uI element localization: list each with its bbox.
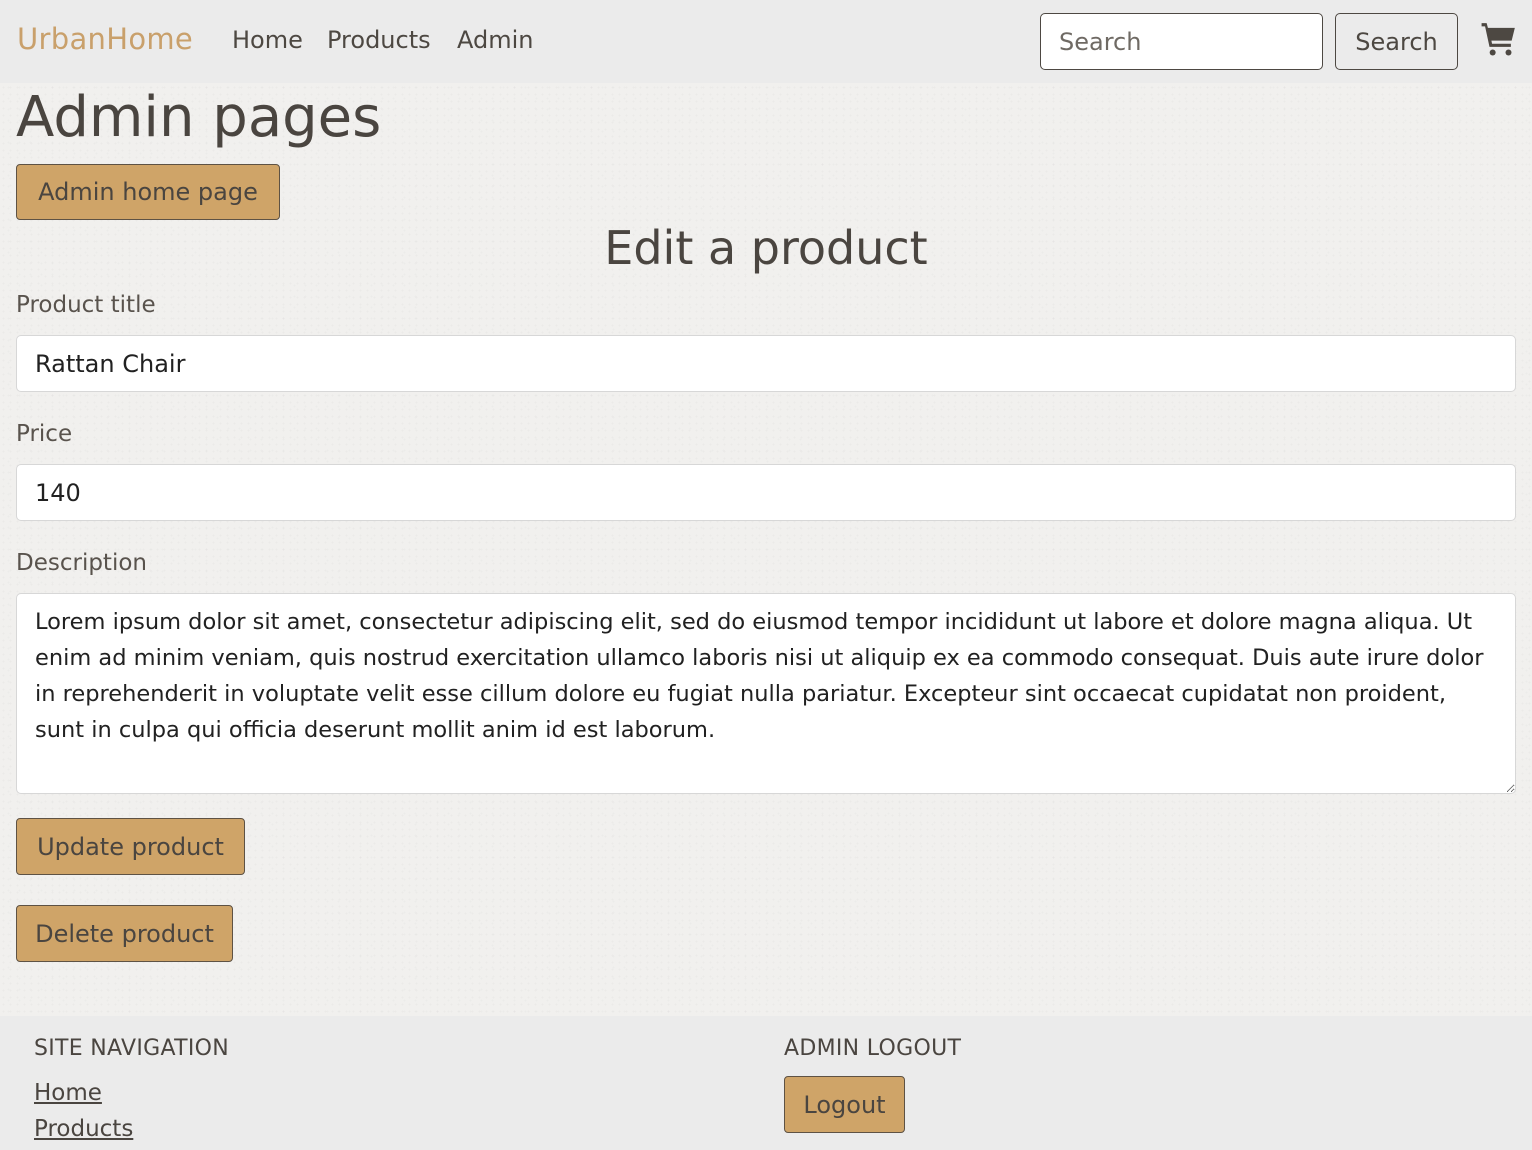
section-title: Edit a product <box>604 221 928 275</box>
nav-link-home[interactable]: Home <box>232 26 303 54</box>
admin-home-button[interactable]: Admin home page <box>16 164 280 220</box>
description-label: Description <box>16 550 147 576</box>
product-title-input[interactable] <box>16 335 1516 392</box>
logout-button[interactable]: Logout <box>784 1076 905 1133</box>
footer-link-products[interactable]: Products <box>34 1116 133 1142</box>
top-navbar: UrbanHome Home Products Admin Search <box>0 0 1532 83</box>
site-navigation-heading: SITE NAVIGATION <box>34 1036 230 1061</box>
nav-link-admin[interactable]: Admin <box>457 26 534 54</box>
description-textarea[interactable]: Lorem ipsum dolor sit amet, consectetur … <box>16 593 1516 794</box>
update-product-button[interactable]: Update product <box>16 818 245 875</box>
price-label: Price <box>16 421 73 447</box>
product-title-label: Product title <box>16 292 156 318</box>
brand-logo[interactable]: UrbanHome <box>17 22 193 56</box>
cart-icon[interactable] <box>1480 20 1518 58</box>
search-button[interactable]: Search <box>1335 13 1458 70</box>
delete-product-button[interactable]: Delete product <box>16 905 233 962</box>
page-title: Admin pages <box>16 85 382 150</box>
admin-logout-heading: ADMIN LOGOUT <box>784 1036 962 1061</box>
footer-link-home[interactable]: Home <box>34 1080 102 1106</box>
price-input[interactable] <box>16 464 1516 521</box>
nav-link-products[interactable]: Products <box>327 26 431 54</box>
search-input[interactable] <box>1040 13 1323 70</box>
footer: SITE NAVIGATION Home Products ADMIN LOGO… <box>0 1016 1532 1150</box>
